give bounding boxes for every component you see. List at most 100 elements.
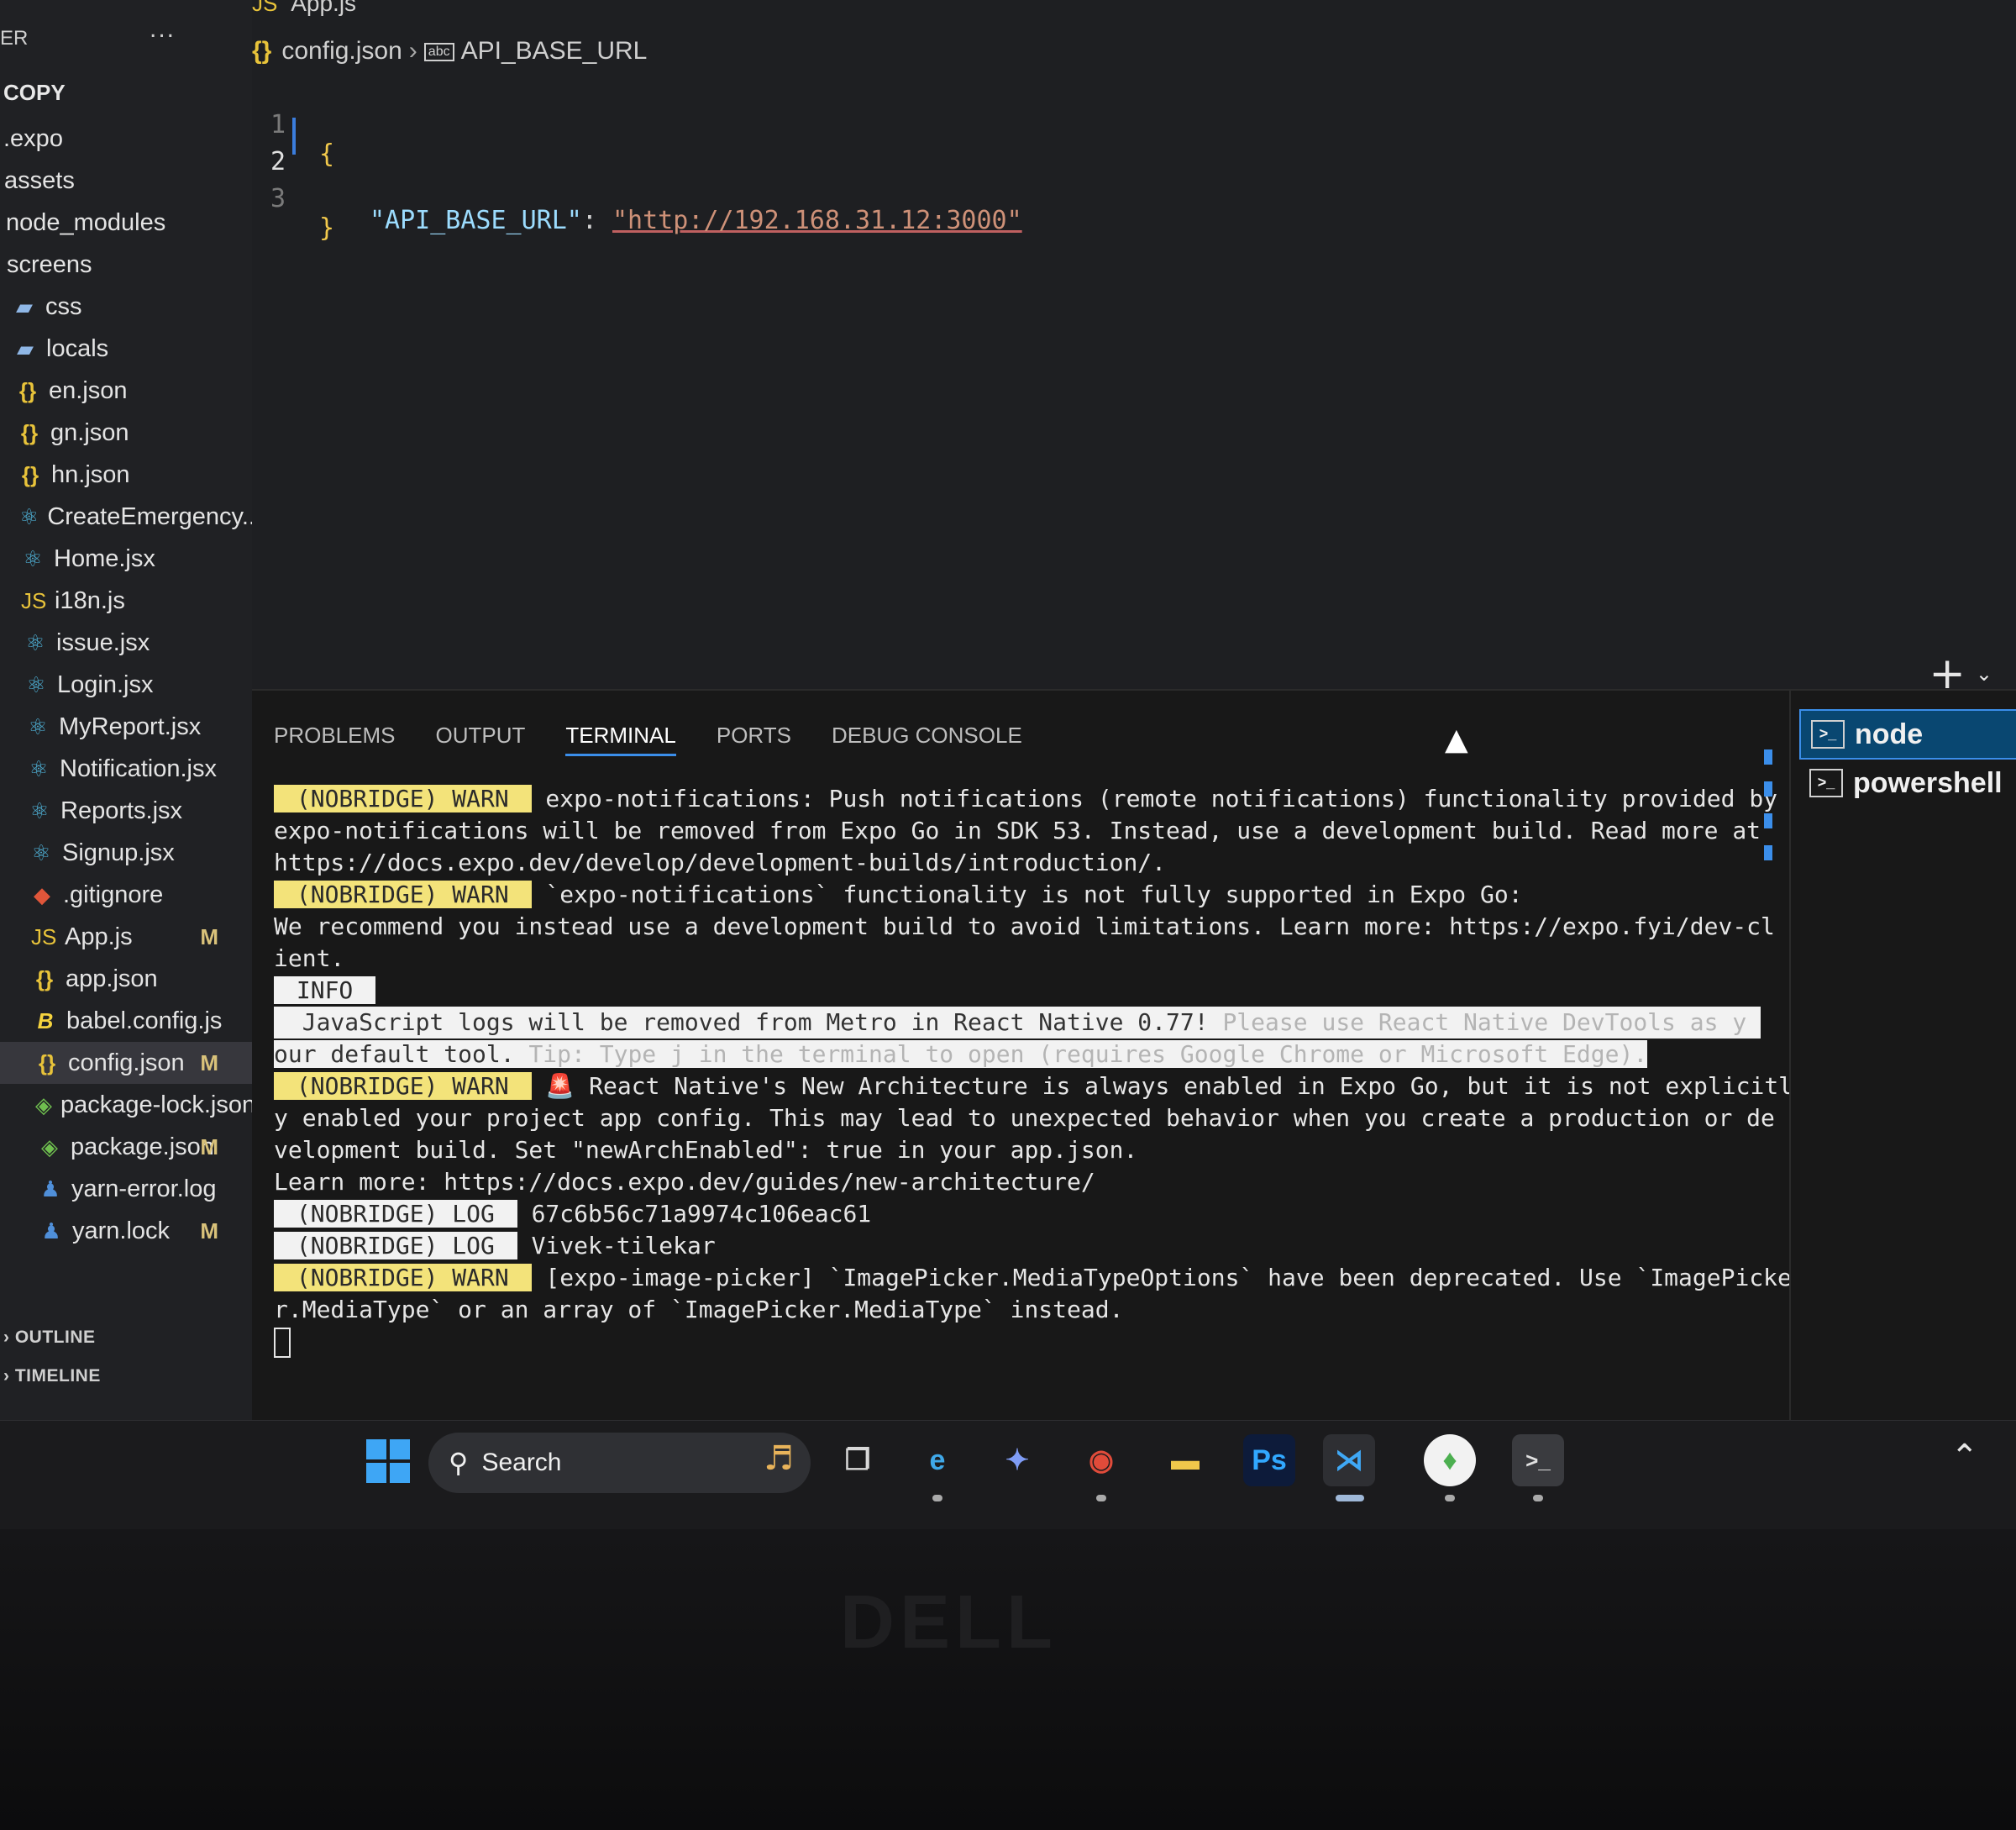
terminal-line: expo-notifications will be removed from … — [274, 817, 1761, 844]
mongodb-compass-icon[interactable]: ♦ — [1424, 1434, 1476, 1486]
tree-item[interactable]: {} hn.json — [0, 454, 252, 496]
copilot-icon[interactable]: ✦ — [991, 1434, 1043, 1486]
json-file-icon: {} — [252, 37, 272, 65]
terminal-line[interactable]: https://docs.expo.dev/develop/developmen… — [274, 847, 1761, 879]
tree-item[interactable]: {} config.json M — [0, 1042, 252, 1084]
tree-item-label: locals — [46, 334, 109, 362]
tree-item[interactable]: assets — [0, 160, 252, 202]
code-line: 1 { — [252, 81, 374, 169]
start-button[interactable] — [366, 1439, 410, 1483]
tree-item[interactable]: JS App.js M — [0, 916, 252, 958]
terminal-app-icon[interactable]: >_ — [1512, 1434, 1564, 1486]
file-explorer-icon[interactable]: ▬ — [1159, 1434, 1211, 1486]
yarn-file-icon: ♟ — [40, 1175, 60, 1202]
task-view-icon[interactable]: ❐ — [832, 1434, 884, 1486]
tree-item[interactable]: ♟ yarn.lock M — [0, 1210, 252, 1252]
code-token-colon: : — [581, 206, 612, 235]
terminal-line: (NOBRIDGE) WARN expo-notifications: Push… — [274, 783, 1777, 815]
timeline-section[interactable]: › TIMELINE — [3, 1366, 101, 1386]
terminal-line: velopment build. Set "newArchEnabled": t… — [274, 1136, 1138, 1164]
chrome-icon[interactable]: ◉ — [1075, 1434, 1127, 1486]
tab-terminal[interactable]: TERMINAL — [565, 723, 676, 756]
tab-ports[interactable]: PORTS — [717, 723, 791, 756]
windows-logo-icon — [366, 1439, 386, 1459]
tree-item[interactable]: node_modules — [0, 202, 252, 244]
folder-file-icon: ▰ — [16, 293, 33, 319]
tree-item[interactable]: ◆ .gitignore — [0, 874, 252, 916]
scroll-marker — [1764, 749, 1772, 765]
tree-item[interactable]: {} gn.json — [0, 412, 252, 454]
tree-item[interactable]: ⚛ Signup.jsx — [0, 832, 252, 874]
search-label: Search — [481, 1449, 562, 1476]
terminal-entry-powershell[interactable]: >_ powershell — [1799, 760, 2016, 807]
taskbar-search[interactable]: ⚲ Search ♬ — [428, 1433, 811, 1493]
chevron-up-icon[interactable]: ⌃ — [1950, 1438, 1979, 1476]
tree-item[interactable]: ⚛ Home.jsx — [0, 538, 252, 580]
tree-item-label: screens — [7, 250, 92, 278]
tab-debug-console[interactable]: DEBUG CONSOLE — [832, 723, 1022, 756]
tree-item[interactable]: ♟ yarn-error.log — [0, 1168, 252, 1210]
json-file-icon: {} — [18, 377, 37, 403]
terminal-line: r.MediaType` or an array of `ImagePicker… — [274, 1296, 1124, 1323]
react-file-icon: ⚛ — [29, 797, 50, 823]
tree-item-label: assets — [4, 166, 75, 194]
tree-item[interactable]: ◈ package.json M — [0, 1126, 252, 1168]
tree-item-label: CreateEmergency... — [47, 502, 263, 530]
outline-section[interactable]: › OUTLINE — [3, 1328, 96, 1348]
tab-output[interactable]: OUTPUT — [436, 723, 526, 756]
tree-item[interactable]: ⚛ Reports.jsx — [0, 790, 252, 832]
terminal-list: >_ node >_ powershell — [1789, 691, 2016, 1422]
breadcrumb-file[interactable]: config.json — [281, 37, 402, 65]
json-file-icon: {} — [20, 419, 39, 445]
terminal-line: (NOBRIDGE) WARN [expo-image-picker] `Ima… — [274, 1262, 1792, 1294]
explorer-header: ER ... — [0, 15, 252, 54]
editor-tab[interactable]: JS App.js — [252, 0, 356, 17]
tree-item[interactable]: ▰ locals — [0, 328, 252, 370]
breadcrumb-symbol[interactable]: API_BASE_URL — [461, 37, 648, 65]
npm-file-icon: ◈ — [41, 1133, 58, 1160]
tree-item[interactable]: ⚛ Notification.jsx — [0, 748, 252, 790]
terminal-text: 67c6b56c71a9974c106eac61 — [517, 1200, 872, 1228]
editor-tab-label: App.js — [291, 0, 357, 16]
terminal-prompt[interactable] — [274, 1326, 1761, 1358]
terminal-scroll-markers[interactable] — [1764, 749, 1772, 1220]
tree-item[interactable]: ⚛ CreateEmergency... — [0, 496, 262, 538]
terminal-line[interactable]: Learn more: https://docs.expo.dev/guides… — [274, 1166, 1761, 1198]
vscode-icon[interactable]: ⋊ — [1323, 1434, 1375, 1486]
project-root-folder[interactable]: COPY — [3, 80, 66, 106]
chevron-down-icon[interactable]: ⌄ — [1976, 662, 1992, 686]
panel-tabs: PROBLEMS OUTPUT TERMINAL PORTS DEBUG CON… — [274, 723, 1022, 756]
tree-item[interactable]: screens — [0, 244, 252, 286]
tree-item[interactable]: {} en.json — [0, 370, 252, 412]
git-status-badge: M — [200, 923, 218, 949]
tree-item[interactable]: ⚛ MyReport.jsx — [0, 706, 252, 748]
tree-item[interactable]: .expo — [0, 118, 252, 160]
code-view[interactable]: 1 { 2 "API_BASE_URL": "http://192.168.31… — [252, 81, 1022, 243]
photoshop-icon[interactable]: Ps — [1243, 1434, 1295, 1486]
code-token-key: "API_BASE_URL" — [370, 206, 582, 235]
tab-problems[interactable]: PROBLEMS — [274, 723, 396, 756]
search-highlight-icon: ♬ — [764, 1439, 794, 1478]
code-line: 2 "API_BASE_URL": "http://192.168.31.12:… — [252, 118, 1022, 235]
tree-item[interactable]: JS i18n.js — [0, 580, 252, 622]
tree-item[interactable]: ⚛ Login.jsx — [0, 664, 252, 706]
terminal-entry-node[interactable]: >_ node — [1799, 709, 2016, 760]
string-symbol-icon: abc — [423, 43, 454, 62]
outline-label: OUTLINE — [14, 1328, 96, 1347]
terminal-output[interactable]: (NOBRIDGE) WARN expo-notifications: Push… — [274, 783, 1793, 1388]
js-file-icon: JS — [21, 587, 47, 613]
brand-logo: DELL — [840, 1580, 1058, 1664]
tree-item[interactable]: ▰ css — [0, 286, 252, 328]
tree-item-label: babel.config.js — [66, 1007, 223, 1034]
terminal-icon: >_ — [1809, 769, 1843, 797]
tree-item-label: app.json — [66, 965, 158, 992]
tree-item[interactable]: {} app.json — [0, 958, 252, 1000]
js-file-icon: JS — [31, 923, 57, 949]
react-file-icon: ⚛ — [25, 629, 45, 655]
more-actions-icon[interactable]: ... — [150, 15, 176, 44]
edge-icon[interactable]: e — [911, 1434, 963, 1486]
tree-item[interactable]: Bbabel.config.js — [0, 1000, 252, 1042]
tree-item[interactable]: ⚛ issue.jsx — [0, 622, 252, 664]
tree-item[interactable]: ◈ package-lock.json — [0, 1084, 255, 1126]
code-token-url[interactable]: "http://192.168.31.12:3000" — [612, 206, 1022, 235]
